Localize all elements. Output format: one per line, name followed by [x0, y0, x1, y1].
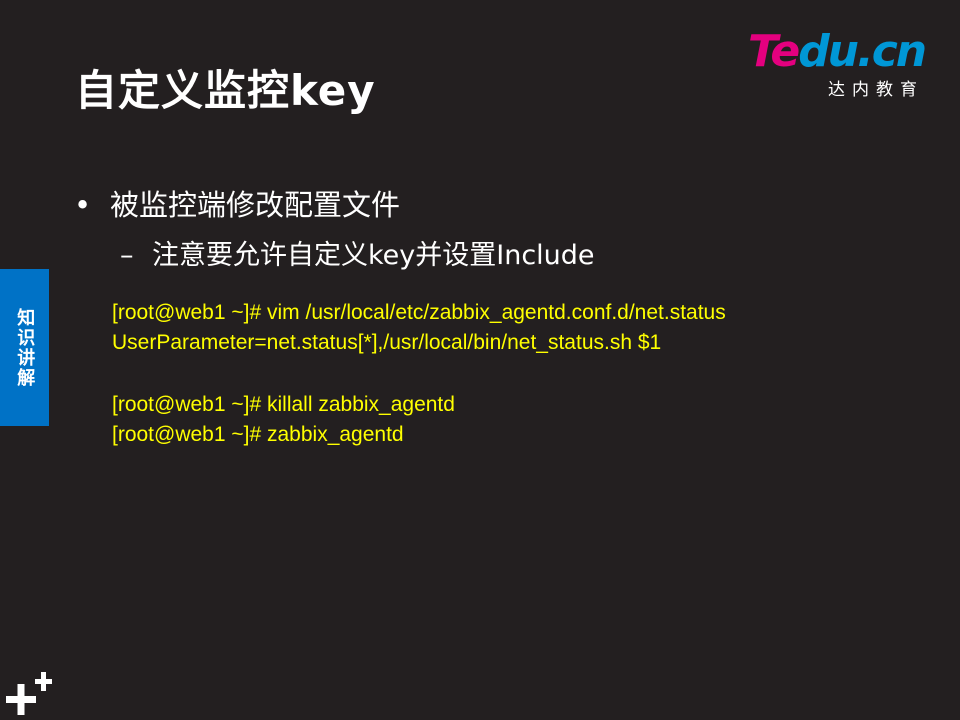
- logo-subtitle: 达内教育: [828, 80, 924, 100]
- bullet-text: 被监控端修改配置文件: [110, 188, 401, 222]
- code-line: [root@web1 ~]# zabbix_agentd: [112, 423, 404, 446]
- code-line: UserParameter=net.status[*],/usr/local/b…: [112, 331, 662, 354]
- bullet-marker: •: [74, 188, 92, 222]
- sub-bullet-text: 注意要允许自定义key并设置Include: [152, 240, 595, 271]
- logo-wordmark-part2: du.cn: [798, 26, 927, 77]
- logo-wordmark-part1: Te: [748, 26, 800, 77]
- code-line: [root@web1 ~]# vim /usr/local/etc/zabbix…: [112, 301, 726, 324]
- code-block: [root@web1 ~]# vim /usr/local/etc/zabbix…: [112, 298, 726, 358]
- tedu-logo: Tedu.cn 达内教育: [748, 30, 928, 101]
- side-tab-label: 知识讲解: [14, 307, 36, 388]
- slide-title: 自定义监控key: [75, 66, 376, 115]
- bullet-level-2: – 注意要允许自定义key并设置Include: [120, 233, 595, 272]
- code-block: [root@web1 ~]# killall zabbix_agentd [ro…: [112, 390, 455, 450]
- slide: 自定义监控key Tedu.cn 达内教育 知识讲解 • 被监控端修改配置文件 –…: [0, 0, 960, 720]
- code-line: [root@web1 ~]# killall zabbix_agentd: [112, 393, 455, 416]
- logo-wordmark: Tedu.cn: [748, 30, 927, 74]
- side-tab: 知识讲解: [0, 269, 49, 426]
- sub-bullet-marker: –: [120, 240, 134, 271]
- plus-plus-icon: [6, 672, 52, 715]
- bullet-level-1: • 被监控端修改配置文件: [74, 182, 400, 224]
